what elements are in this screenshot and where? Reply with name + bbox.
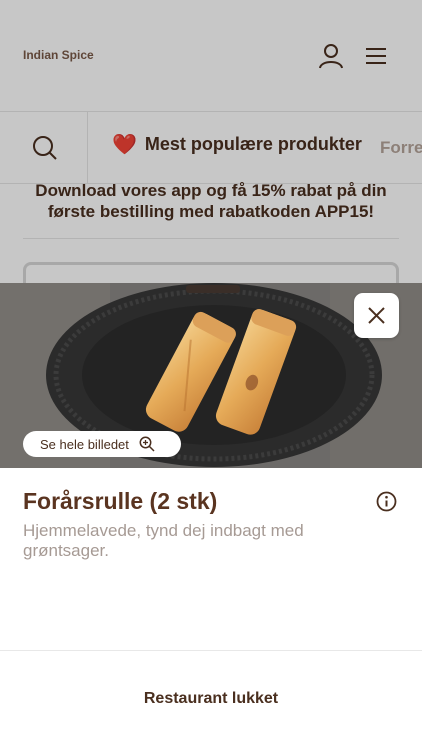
- info-icon[interactable]: [376, 491, 397, 512]
- product-title: Forårsrulle (2 stk): [23, 488, 218, 514]
- zoom-in-icon: [139, 436, 155, 452]
- close-icon: [368, 307, 385, 324]
- divider: [0, 650, 422, 651]
- see-full-image-label: Se hele billedet: [40, 436, 129, 452]
- restaurant-status: Restaurant lukket: [143, 690, 279, 707]
- product-modal: Se hele billedet Forårsrulle (2 stk) Hje…: [0, 283, 422, 750]
- close-button[interactable]: [354, 293, 399, 338]
- product-description: Hjemmelavede, tynd dej indbagt med grønt…: [23, 521, 304, 560]
- see-full-image-button[interactable]: Se hele billedet: [23, 431, 181, 457]
